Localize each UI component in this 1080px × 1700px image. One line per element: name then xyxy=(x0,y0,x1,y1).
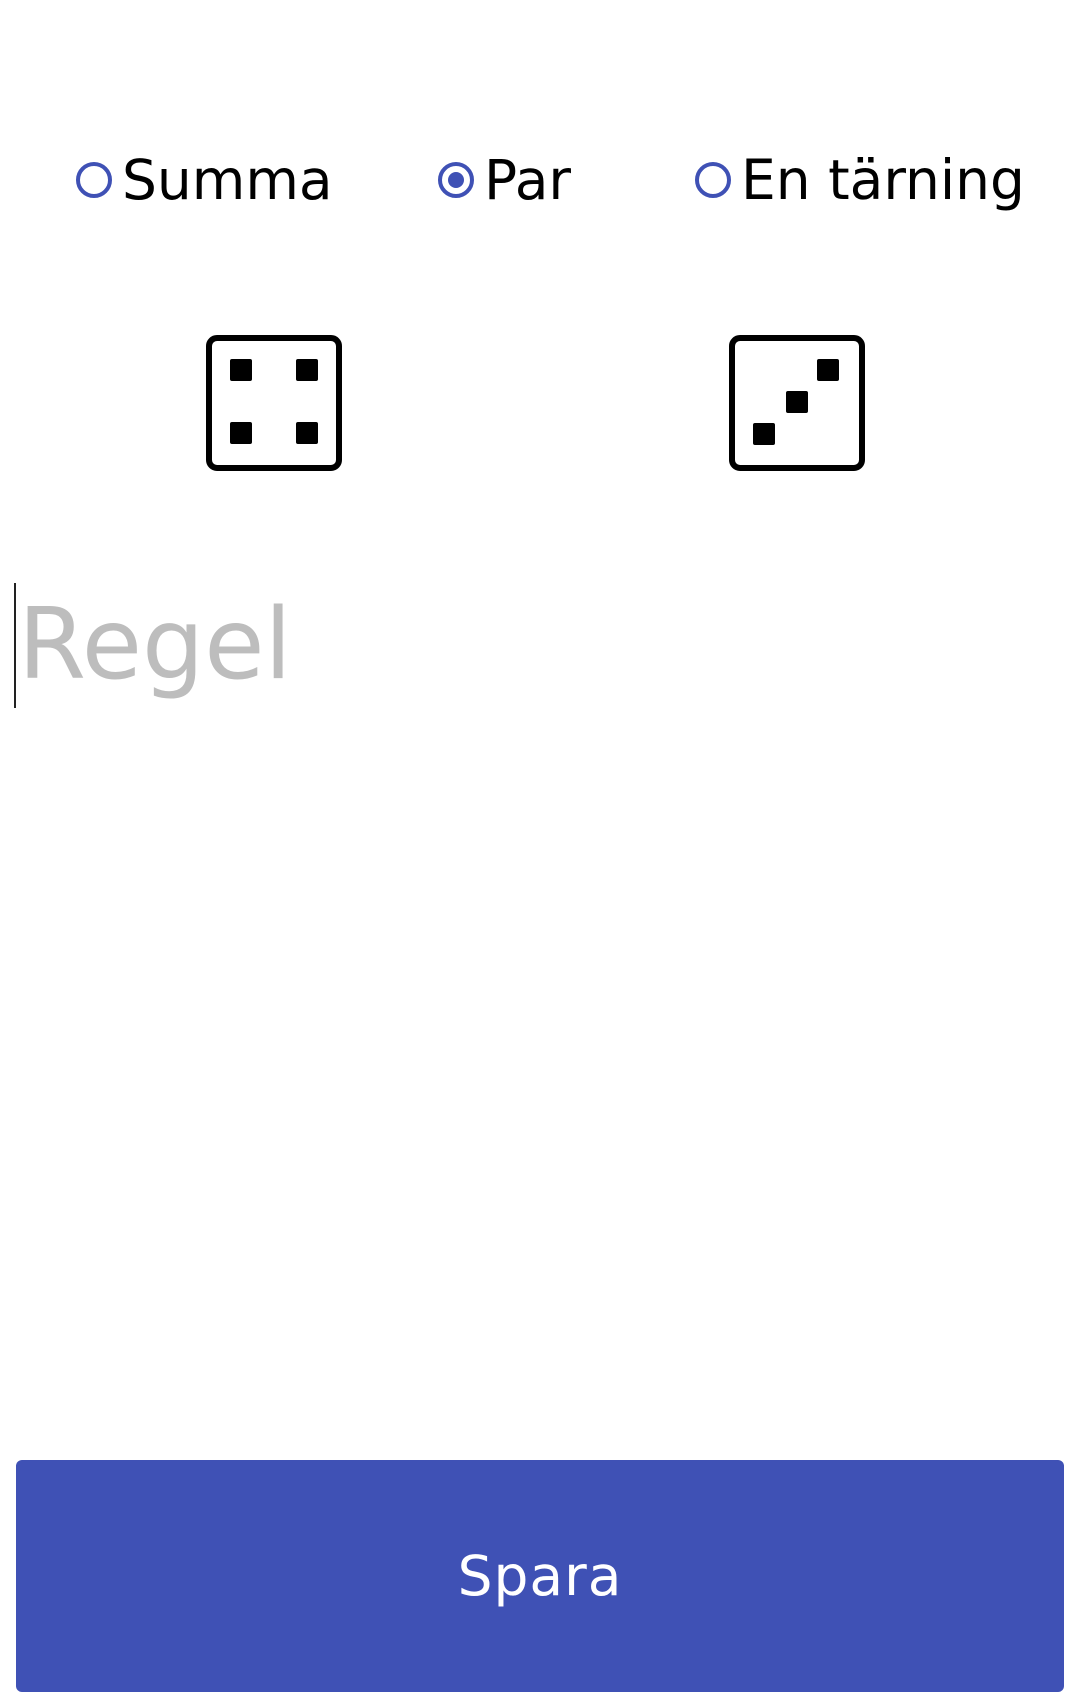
die-pip xyxy=(753,423,775,445)
die-pip xyxy=(296,359,318,381)
dice-row xyxy=(0,335,1080,475)
text-caret xyxy=(14,583,16,708)
radio-summa-icon[interactable] xyxy=(76,162,112,198)
radio-option-par[interactable]: Par xyxy=(438,140,571,220)
save-button-label: Spara xyxy=(457,1544,623,1608)
radio-option-en-tarning[interactable]: En tärning xyxy=(695,140,1025,220)
die-four-icon[interactable] xyxy=(206,335,342,471)
radio-en-tarning-icon[interactable] xyxy=(695,162,731,198)
die-pip xyxy=(817,359,839,381)
rule-input[interactable]: Regel xyxy=(14,580,1064,710)
die-pip xyxy=(230,422,252,444)
radio-label-par: Par xyxy=(484,147,572,212)
mode-radio-group: Summa Par En tärning xyxy=(0,140,1080,220)
die-pip xyxy=(230,359,252,381)
radio-option-summa[interactable]: Summa xyxy=(76,140,333,220)
save-button[interactable]: Spara xyxy=(16,1460,1064,1692)
die-three-icon[interactable] xyxy=(729,335,865,471)
radio-label-en-tarning: En tärning xyxy=(741,147,1025,212)
die-pip xyxy=(786,391,808,413)
radio-par-icon[interactable] xyxy=(438,162,474,198)
die-pip xyxy=(296,422,318,444)
radio-label-summa: Summa xyxy=(122,147,333,212)
rule-input-placeholder: Regel xyxy=(18,588,292,702)
